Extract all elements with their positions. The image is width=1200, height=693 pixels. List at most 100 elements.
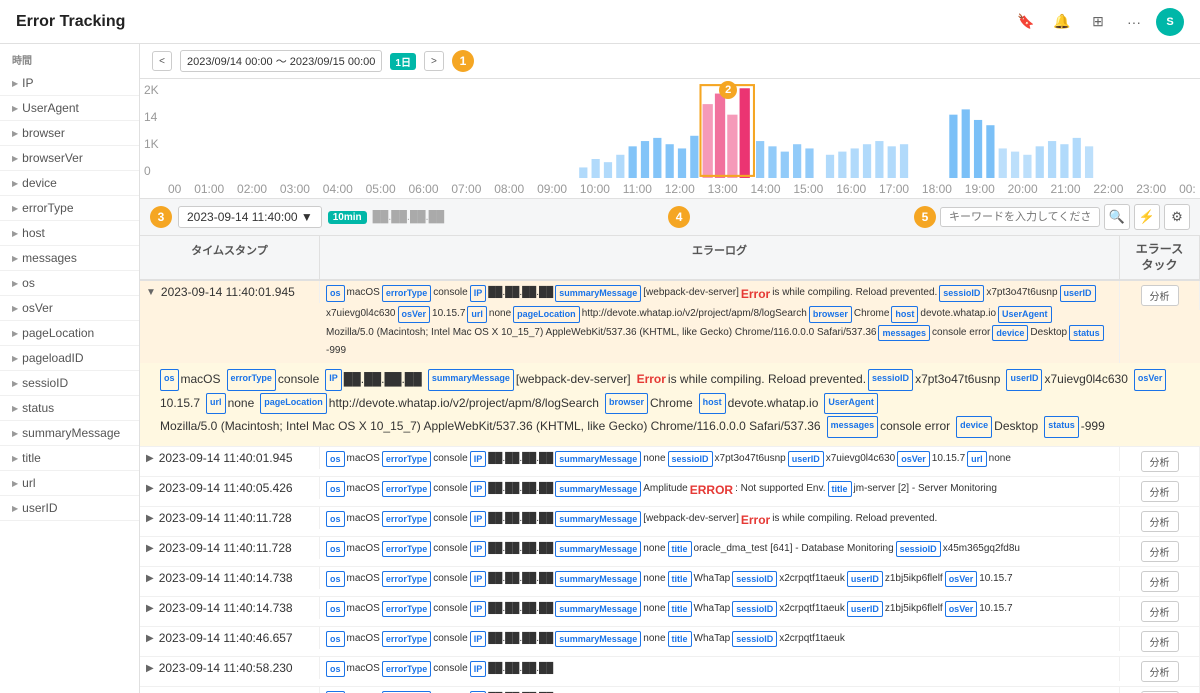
- table-row: ▶2023-09-14 11:40:11.728os macOS errorTy…: [140, 507, 1200, 537]
- timestamp-cell: ▼2023-09-14 11:40:01.945: [140, 281, 320, 303]
- main-container: 時間 ▶IP▶UserAgent▶browser▶browserVer▶devi…: [0, 44, 1200, 693]
- table-row-inner: ▶2023-09-14 11:40:11.728os macOS errorTy…: [140, 537, 1200, 566]
- sidebar-item-osver[interactable]: ▶osVer: [0, 296, 139, 321]
- table-row-inner: ▶2023-09-14 11:40:58.230os macOS errorTy…: [140, 687, 1200, 693]
- filter-bar: 3 2023-09-14 11:40:00 ▼ 10min ██.██.██.█…: [140, 199, 1200, 236]
- log-cell: os macOS errorType console IP ██.██.██.█…: [320, 687, 1120, 693]
- table-row-inner: ▶2023-09-14 11:40:46.657os macOS errorTy…: [140, 627, 1200, 656]
- next-time-button[interactable]: >: [424, 51, 444, 71]
- timestamp-cell: ▶2023-09-14 11:40:05.426: [140, 477, 320, 499]
- sidebar-item-host[interactable]: ▶host: [0, 221, 139, 246]
- sidebar: 時間 ▶IP▶UserAgent▶browser▶browserVer▶devi…: [0, 44, 140, 693]
- content-area: < 2023/09/14 00:00 ～ 2023/09/15 00:00 1日…: [140, 44, 1200, 693]
- sidebar-item-pageloadid[interactable]: ▶pageloadID: [0, 346, 139, 371]
- circle-3: 3: [150, 206, 172, 228]
- sidebar-item-pagelocation[interactable]: ▶pageLocation: [0, 321, 139, 346]
- analyze-button[interactable]: 分析: [1141, 481, 1179, 502]
- table-row: ▶2023-09-14 11:40:11.728os macOS errorTy…: [140, 537, 1200, 567]
- date-filter-dropdown[interactable]: 2023-09-14 11:40:00 ▼: [178, 206, 322, 228]
- sidebar-item-messages[interactable]: ▶messages: [0, 246, 139, 271]
- circle-4: 4: [668, 206, 690, 228]
- action-cell: 分析: [1120, 657, 1200, 686]
- sidebar-time-label: 時間: [0, 44, 139, 71]
- analyze-button[interactable]: 分析: [1141, 541, 1179, 562]
- sidebar-item-status[interactable]: ▶status: [0, 396, 139, 421]
- log-cell: os macOS errorType console IP ██.██.██.█…: [320, 537, 1120, 561]
- bell-icon[interactable]: 🔔: [1048, 8, 1076, 36]
- search-button[interactable]: 🔍: [1104, 204, 1130, 230]
- expand-arrow[interactable]: ▶: [146, 603, 154, 614]
- circle-1: 1: [452, 50, 474, 72]
- expand-arrow[interactable]: ▼: [146, 287, 156, 298]
- sidebar-item-url[interactable]: ▶url: [0, 471, 139, 496]
- expand-arrow[interactable]: ▶: [146, 453, 154, 464]
- analyze-button[interactable]: 分析: [1141, 631, 1179, 652]
- log-cell: os macOS errorType console IP ██.██.██.█…: [320, 477, 1120, 504]
- table-row-inner: ▶2023-09-14 11:40:05.426os macOS errorTy…: [140, 477, 1200, 506]
- table-area: タイムスタンプ エラーログ エラース タック ▼2023-09-14 11:40…: [140, 236, 1200, 693]
- sidebar-item-useragent[interactable]: ▶UserAgent: [0, 96, 139, 121]
- sidebar-item-errortype[interactable]: ▶errorType: [0, 196, 139, 221]
- bookmark-icon[interactable]: 🔖: [1012, 8, 1040, 36]
- analyze-button[interactable]: 分析: [1141, 511, 1179, 532]
- grid-icon[interactable]: ⊞: [1084, 8, 1112, 36]
- table-row-inner: ▶2023-09-14 11:40:14.738os macOS errorTy…: [140, 567, 1200, 596]
- log-cell: os macOS errorType console IP ██.██.██.█…: [320, 447, 1120, 471]
- sidebar-item-sessioid[interactable]: ▶sessioID: [0, 371, 139, 396]
- timestamp-cell: ▶2023-09-14 11:40:14.738: [140, 597, 320, 619]
- timestamp-cell: ▶2023-09-14 11:40:01.945: [140, 447, 320, 469]
- expand-arrow[interactable]: ▶: [146, 543, 154, 554]
- action-cell: 分析: [1120, 687, 1200, 693]
- filter-ip: ██.██.██.██: [373, 211, 445, 223]
- sidebar-item-os[interactable]: ▶os: [0, 271, 139, 296]
- expand-arrow[interactable]: ▶: [146, 633, 154, 644]
- expand-arrow[interactable]: ▶: [146, 663, 154, 674]
- sidebar-item-ip[interactable]: ▶IP: [0, 71, 139, 96]
- sidebar-item-browser[interactable]: ▶browser: [0, 121, 139, 146]
- sidebar-item-title[interactable]: ▶title: [0, 446, 139, 471]
- sidebar-item-device[interactable]: ▶device: [0, 171, 139, 196]
- expand-arrow[interactable]: ▶: [146, 513, 154, 524]
- timestamp-cell: ▶2023-09-14 11:40:14.738: [140, 567, 320, 589]
- th-error-stack: エラース タック: [1120, 236, 1200, 279]
- analyze-button[interactable]: 分析: [1141, 285, 1179, 306]
- header-icons: 🔖 🔔 ⊞ ··· S: [1012, 8, 1184, 36]
- user-avatar[interactable]: S: [1156, 8, 1184, 36]
- timestamp-cell: ▶2023-09-14 11:40:58.230: [140, 687, 320, 693]
- sidebar-item-browserver[interactable]: ▶browserVer: [0, 146, 139, 171]
- table-row: ▶2023-09-14 11:40:14.738os macOS errorTy…: [140, 597, 1200, 627]
- timestamp-cell: ▶2023-09-14 11:40:11.728: [140, 537, 320, 559]
- analyze-button[interactable]: 分析: [1141, 601, 1179, 622]
- table-row-inner: ▶2023-09-14 11:40:11.728os macOS errorTy…: [140, 507, 1200, 536]
- th-timestamp: タイムスタンプ: [140, 236, 320, 279]
- app-title: Error Tracking: [16, 13, 125, 31]
- table-row: ▶2023-09-14 11:40:58.230os macOS errorTy…: [140, 687, 1200, 693]
- log-cell: os macOS errorType console IP ██.██.██.█…: [320, 281, 1120, 363]
- action-cell: 分析: [1120, 537, 1200, 566]
- analyze-button[interactable]: 分析: [1141, 661, 1179, 682]
- table-row: ▶2023-09-14 11:40:58.230os macOS errorTy…: [140, 657, 1200, 687]
- filter-options-button[interactable]: ⚡: [1134, 204, 1160, 230]
- sidebar-item-summarymessage[interactable]: ▶summaryMessage: [0, 421, 139, 446]
- search-area: 5 🔍 ⚡ ⚙: [914, 204, 1190, 230]
- circle-5: 5: [914, 206, 936, 228]
- table-header: タイムスタンプ エラーログ エラース タック: [140, 236, 1200, 281]
- sidebar-item-userid[interactable]: ▶userID: [0, 496, 139, 521]
- prev-time-button[interactable]: <: [152, 51, 172, 71]
- table-row-inner: ▶2023-09-14 11:40:14.738os macOS errorTy…: [140, 597, 1200, 626]
- search-input[interactable]: [940, 207, 1100, 227]
- analyze-button[interactable]: 分析: [1141, 451, 1179, 472]
- expand-arrow[interactable]: ▶: [146, 483, 154, 494]
- table-row: ▼2023-09-14 11:40:01.945os macOS errorTy…: [140, 281, 1200, 447]
- expanded-detail: os macOS errorType console IP ██.██.██.█…: [140, 363, 1200, 446]
- expand-arrow[interactable]: ▶: [146, 573, 154, 584]
- settings-button[interactable]: ⚙: [1164, 204, 1190, 230]
- table-row: ▶2023-09-14 11:40:46.657os macOS errorTy…: [140, 627, 1200, 657]
- more-icon[interactable]: ···: [1120, 8, 1148, 36]
- time-range-label: 2023/09/14 00:00 ～ 2023/09/15 00:00: [180, 50, 382, 72]
- chart-svg-container: 2: [168, 83, 1196, 178]
- app-header: Error Tracking 🔖 🔔 ⊞ ··· S: [0, 0, 1200, 44]
- analyze-button[interactable]: 分析: [1141, 571, 1179, 592]
- table-row: ▶2023-09-14 11:40:05.426os macOS errorTy…: [140, 477, 1200, 507]
- log-cell: os macOS errorType console IP ██.██.██.█…: [320, 567, 1120, 591]
